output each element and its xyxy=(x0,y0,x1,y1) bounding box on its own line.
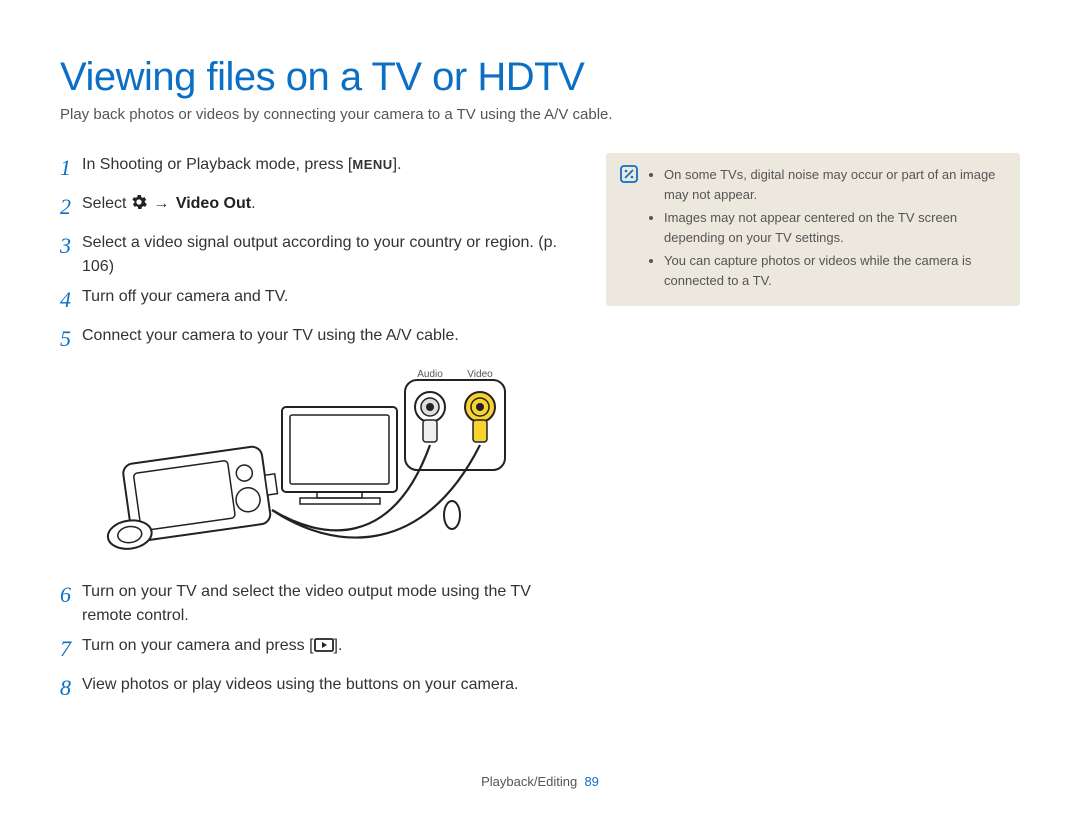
video-label: Video xyxy=(467,369,493,380)
step-number: 4 xyxy=(60,283,82,316)
step-body: In Shooting or Playback mode, press [MEN… xyxy=(82,153,570,177)
step-text: Turn on your camera and press [ xyxy=(82,637,314,654)
step-text: Turn on your TV and select the video out… xyxy=(82,580,570,628)
step-number: 8 xyxy=(60,671,82,704)
step-1: 1 In Shooting or Playback mode, press [M… xyxy=(60,153,570,186)
step-8: 8 View photos or play videos using the b… xyxy=(60,673,570,706)
bold-label: Video Out xyxy=(171,195,251,212)
footer-section: Playback/Editing xyxy=(481,774,577,789)
page-subtitle: Play back photos or videos by connecting… xyxy=(60,106,1020,123)
note-item: On some TVs, digital noise may occur or … xyxy=(664,165,1004,204)
page-title: Viewing files on a TV or HDTV xyxy=(60,55,1020,100)
manual-page: Viewing files on a TV or HDTV Play back … xyxy=(0,0,1080,815)
camera-icon xyxy=(98,444,282,551)
jack-panel-icon: Audio Video xyxy=(405,369,505,470)
step-text: Select a video signal output according t… xyxy=(82,231,570,279)
audio-label: Audio xyxy=(417,369,443,380)
step-text: Turn off your camera and TV. xyxy=(82,285,570,309)
step-number: 2 xyxy=(60,190,82,223)
note-item: You can capture photos or videos while t… xyxy=(664,251,1004,290)
step-number: 5 xyxy=(60,322,82,355)
step-5: 5 Connect your camera to your TV using t… xyxy=(60,324,570,357)
content-columns: 1 In Shooting or Playback mode, press [M… xyxy=(60,153,1020,712)
step-6: 6 Turn on your TV and select the video o… xyxy=(60,580,570,628)
step-body: Select → Video Out. xyxy=(82,192,570,216)
step-number: 7 xyxy=(60,632,82,665)
step-text: Connect your camera to your TV using the… xyxy=(82,324,570,348)
tv-icon xyxy=(282,407,397,504)
arrow-icon: → xyxy=(151,195,171,212)
note-item: Images may not appear centered on the TV… xyxy=(664,208,1004,247)
note-box: On some TVs, digital noise may occur or … xyxy=(606,153,1020,306)
step-2: 2 Select → Video Out. xyxy=(60,192,570,225)
step-body: Turn on your camera and press []. xyxy=(82,634,570,658)
step-7: 7 Turn on your camera and press []. xyxy=(60,634,570,667)
step-text: View photos or play videos using the but… xyxy=(82,673,570,697)
connection-diagram: Audio Video xyxy=(82,365,570,570)
right-column: On some TVs, digital noise may occur or … xyxy=(606,153,1020,712)
note-list: On some TVs, digital noise may occur or … xyxy=(648,165,1004,294)
page-number: 89 xyxy=(584,774,598,789)
page-footer: Playback/Editing 89 xyxy=(60,774,1020,789)
note-icon xyxy=(620,165,638,183)
step-text: . xyxy=(251,195,255,212)
step-number: 1 xyxy=(60,151,82,184)
step-number: 6 xyxy=(60,578,82,611)
step-text: ]. xyxy=(393,156,402,173)
step-4: 4 Turn off your camera and TV. xyxy=(60,285,570,318)
play-icon xyxy=(314,637,334,654)
step-text: Select xyxy=(82,195,131,212)
menu-label: MENU xyxy=(352,157,392,172)
gear-icon xyxy=(131,195,147,212)
left-column: 1 In Shooting or Playback mode, press [M… xyxy=(60,153,570,712)
step-3: 3 Select a video signal output according… xyxy=(60,231,570,279)
step-text: ]. xyxy=(334,637,343,654)
step-text: In Shooting or Playback mode, press [ xyxy=(82,156,352,173)
step-number: 3 xyxy=(60,229,82,262)
